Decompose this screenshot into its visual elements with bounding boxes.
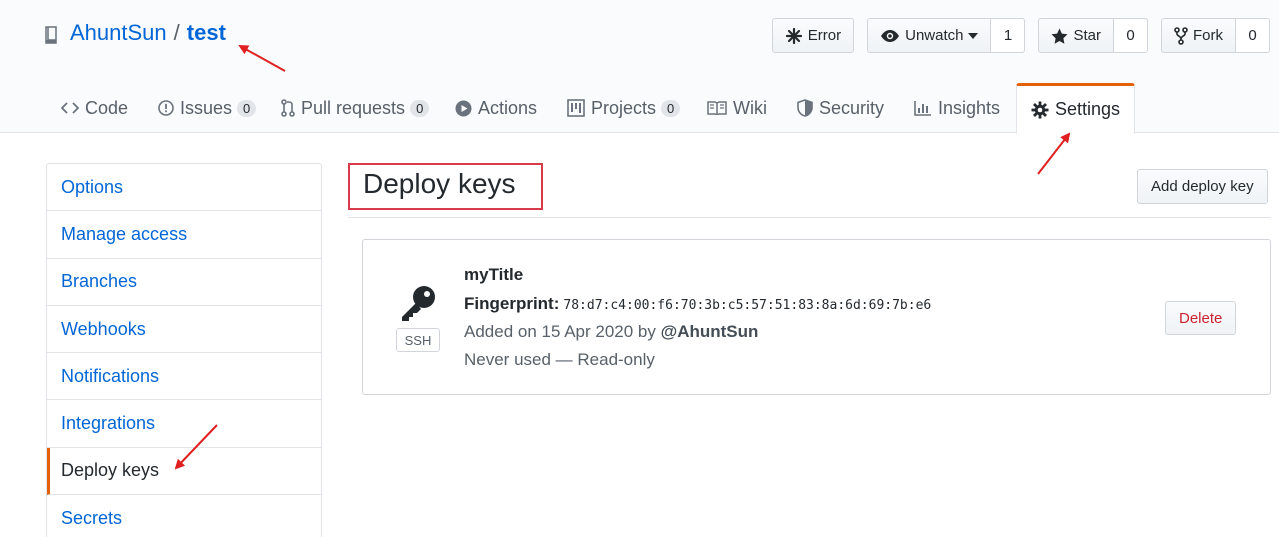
repo-title: AhuntSun / test <box>44 20 226 46</box>
tab-label: Security <box>819 97 885 118</box>
tab-code[interactable]: Code <box>61 83 128 133</box>
tab-label: Insights <box>938 97 1001 118</box>
sidebar-item-notifications[interactable]: Notifications <box>47 353 321 401</box>
repo-nav-tabs: Code Issues 0 Pull requests 0 Actions Pr… <box>0 83 1279 134</box>
add-deploy-key-button[interactable]: Add deploy key <box>1137 169 1268 204</box>
tab-actions[interactable]: Actions <box>455 83 537 133</box>
tab-label: Settings <box>1055 99 1121 119</box>
tab-label: Pull requests <box>301 97 406 118</box>
tab-issues[interactable]: Issues 0 <box>158 83 257 133</box>
repo-icon <box>44 24 58 44</box>
sidebar-item-webhooks[interactable]: Webhooks <box>47 306 321 354</box>
play-icon <box>455 100 472 116</box>
watchers-count[interactable]: 1 <box>991 18 1026 53</box>
sidebar-item-options[interactable]: Options <box>47 164 321 212</box>
delete-key-button[interactable]: Delete <box>1165 301 1237 335</box>
fork-label: Fork <box>1193 27 1223 44</box>
fingerprint-label: Fingerprint: <box>464 294 560 313</box>
tab-pull-requests[interactable]: Pull requests 0 <box>281 83 430 133</box>
fork-icon <box>1174 26 1188 45</box>
unwatch-group: Unwatch 1 <box>867 18 1026 53</box>
stargazers-count[interactable]: 0 <box>1114 18 1148 53</box>
title-divider <box>348 217 1271 218</box>
page-title: Deploy keys <box>363 168 516 199</box>
unwatch-button[interactable]: Unwatch <box>867 18 992 53</box>
tab-label: Projects <box>591 97 657 118</box>
fork-button[interactable]: Fork <box>1161 18 1236 53</box>
tab-security[interactable]: Security <box>797 83 884 133</box>
forks-count[interactable]: 0 <box>1236 18 1270 53</box>
sidebar-item-deploy-keys[interactable]: Deploy keys <box>47 447 321 496</box>
fork-group: Fork 0 <box>1161 18 1270 53</box>
tab-label: Wiki <box>733 97 767 118</box>
repo-header: AhuntSun / test Error Unwatch 1 Star 0 F… <box>0 0 1279 134</box>
book-icon <box>707 101 727 115</box>
star-button[interactable]: Star <box>1038 18 1114 53</box>
added-by-user-link[interactable]: @AhuntSun <box>661 322 759 341</box>
key-usage-text: Never used — Read-only <box>464 350 655 369</box>
repo-actions: Error Unwatch 1 Star 0 Fork 0 <box>771 18 1270 53</box>
repo-separator: / <box>173 20 180 45</box>
pull-request-icon <box>281 99 295 117</box>
tab-label: Code <box>85 97 129 118</box>
code-icon <box>61 102 79 114</box>
tab-wiki[interactable]: Wiki <box>707 83 767 133</box>
error-label: Error <box>807 27 842 44</box>
key-added-row: Added on 15 Apr 2020 by @AhuntSun <box>464 322 758 342</box>
issues-counter: 0 <box>237 99 257 117</box>
fingerprint-value: 78:d7:c4:00:f6:70:3b:c5:57:51:83:8a:6d:6… <box>563 298 932 313</box>
repo-name-link[interactable]: test <box>187 20 226 46</box>
star-icon <box>1051 28 1068 44</box>
error-button[interactable]: Error <box>771 18 855 53</box>
gear-icon <box>1031 101 1049 118</box>
key-fingerprint-row: Fingerprint: 78:d7:c4:00:f6:70:3b:c5:57:5… <box>464 294 931 314</box>
key-icon <box>402 286 435 321</box>
graph-icon <box>914 101 931 116</box>
ssh-badge: SSH <box>396 328 440 352</box>
deploy-key-item: SSH myTitle Fingerprint: 78:d7:c4:00:f6:7… <box>362 239 1271 395</box>
tab-label: Actions <box>478 97 538 118</box>
projects-counter: 0 <box>661 99 681 117</box>
tab-settings[interactable]: Settings <box>1016 83 1136 134</box>
star-group: Star 0 <box>1038 18 1148 53</box>
project-icon <box>567 99 585 117</box>
pull-requests-counter: 0 <box>410 99 430 117</box>
sidebar-item-secrets[interactable]: Secrets <box>47 495 321 537</box>
unwatch-label: Unwatch <box>905 27 964 44</box>
caret-down-icon <box>968 32 979 39</box>
repo-owner-link[interactable]: AhuntSun <box>70 20 167 46</box>
shield-icon <box>797 99 813 117</box>
key-title: myTitle <box>464 265 524 284</box>
added-date-text: Added on 15 Apr 2020 by <box>464 322 656 341</box>
tab-projects[interactable]: Projects 0 <box>567 83 681 133</box>
settings-sidebar: Options Manage access Branches Webhooks … <box>46 163 322 537</box>
tab-insights[interactable]: Insights <box>914 83 1000 133</box>
star-label: Star <box>1073 27 1101 44</box>
issue-icon <box>158 100 174 116</box>
sidebar-item-integrations[interactable]: Integrations <box>47 400 321 448</box>
tab-label: Issues <box>180 97 233 118</box>
sidebar-item-manage-access[interactable]: Manage access <box>47 211 321 259</box>
eye-icon <box>881 29 900 42</box>
error-icon <box>785 27 802 44</box>
annotation-arrow-settings <box>1037 132 1071 175</box>
sidebar-item-branches[interactable]: Branches <box>47 259 321 306</box>
